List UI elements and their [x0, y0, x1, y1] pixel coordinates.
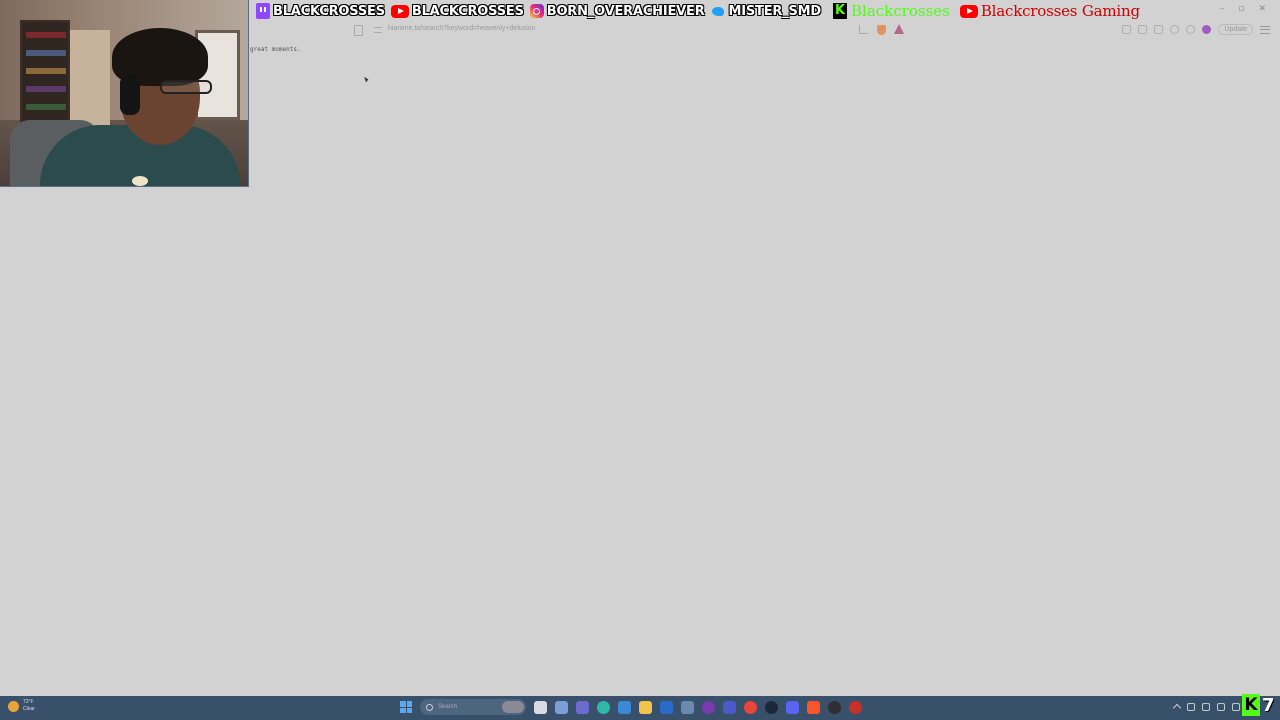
address-bar-row: hianime.to/search?keyword=heavenly+delus…	[248, 22, 1280, 40]
brave-icon[interactable]	[807, 700, 820, 714]
share-icon[interactable]	[859, 25, 868, 34]
edge-icon[interactable]	[597, 700, 610, 714]
network-icon[interactable]	[1187, 702, 1195, 711]
brave-rewards-icon[interactable]	[894, 24, 904, 34]
file-explorer-icon[interactable]	[639, 700, 652, 714]
page-body-text: great moments.	[250, 46, 301, 53]
shirt-logo	[132, 176, 148, 186]
social-twitter: MISTER_SMD	[711, 3, 822, 19]
weather-widget[interactable]: 72°F Clear	[8, 699, 35, 713]
display-icon[interactable]	[1217, 702, 1225, 711]
steam-icon[interactable]	[765, 700, 778, 714]
page-content: great moments.	[250, 46, 301, 53]
close-button[interactable]: ✕	[1258, 4, 1266, 14]
windows-taskbar: 72°F Clear Search	[0, 696, 1280, 720]
sidebar-toggle-icon[interactable]	[1138, 25, 1148, 34]
desktop-screen: – ▫ ✕ hianime.to/search?keyword=heavenly…	[0, 0, 1280, 720]
maximize-button[interactable]: ▫	[1238, 4, 1244, 14]
headset-icon	[120, 75, 140, 115]
youtube-handle: BLACKCROSSES	[411, 3, 524, 19]
taskbar-apps: Search	[400, 699, 862, 715]
settings-app-icon[interactable]	[681, 700, 694, 714]
obs-icon[interactable]	[828, 700, 841, 714]
extensions-icon[interactable]	[1170, 25, 1180, 34]
kick-badge-count: 7	[1262, 694, 1275, 716]
task-view-icon[interactable]	[534, 700, 547, 714]
volume-icon[interactable]	[1232, 702, 1240, 711]
youtube-gaming-label: Blackcrosses Gaming	[980, 2, 1140, 20]
search-icon	[426, 703, 433, 711]
search-highlight-icon	[502, 701, 524, 713]
weather-temp: 72°F	[23, 699, 34, 705]
mouse-cursor-icon	[364, 75, 369, 83]
browser-right-tools: Update	[1122, 24, 1270, 35]
chevron-up-icon[interactable]	[1172, 703, 1182, 713]
weather-condition: Clear	[23, 706, 35, 712]
update-button[interactable]: Update	[1218, 24, 1253, 35]
search-placeholder: Search	[438, 704, 458, 710]
social-youtube: BLACKCROSSES	[390, 3, 524, 19]
twitter-icon	[711, 5, 726, 17]
youtube-icon	[390, 4, 409, 18]
address-bar-url[interactable]: hianime.to/search?keyword=heavenly+delus…	[388, 25, 535, 32]
window-controls: – ▫ ✕	[1220, 4, 1266, 14]
vpn-icon[interactable]	[1186, 25, 1196, 34]
twitch-handle: BLACKCROSSES	[273, 3, 385, 19]
vivaldi-icon[interactable]	[702, 700, 715, 714]
glasses-icon	[160, 80, 212, 94]
mail-icon[interactable]	[660, 700, 673, 714]
youtube-icon	[959, 4, 978, 18]
kick-badge-logo: K	[1242, 694, 1260, 716]
vpn-app-icon[interactable]	[723, 700, 736, 714]
webcam-border-bottom	[0, 186, 249, 187]
leo-ai-icon[interactable]	[1202, 25, 1212, 34]
microphone-icon[interactable]	[1202, 702, 1210, 711]
kick-handle: Blackcrosses	[851, 2, 950, 20]
social-youtube-gaming: Blackcrosses Gaming	[959, 2, 1140, 20]
twitter-handle: MISTER_SMD	[728, 3, 822, 19]
stream-social-banner: BLACKCROSSES BLACKCROSSES BORN_OVERACHIE…	[256, 0, 1146, 22]
store-icon[interactable]	[618, 700, 631, 714]
chrome-icon[interactable]	[744, 700, 757, 714]
social-instagram: BORN_OVERACHIEVER	[529, 3, 705, 19]
instagram-icon	[529, 4, 544, 18]
social-twitch: BLACKCROSSES	[256, 3, 385, 19]
discord-icon[interactable]	[786, 700, 799, 714]
teams-icon[interactable]	[576, 700, 589, 714]
instagram-handle: BORN_OVERACHIEVER	[546, 3, 705, 19]
social-kick: K Blackcrosses	[833, 2, 950, 20]
copilot-icon[interactable]	[555, 700, 568, 714]
bookmark-icon[interactable]	[354, 25, 363, 36]
system-tray	[1172, 702, 1240, 713]
webcam-border-right	[248, 0, 249, 187]
weather-text: 72°F Clear	[23, 699, 35, 713]
brave-shield-icon[interactable]	[877, 25, 886, 35]
webcam-door	[70, 30, 110, 130]
app-icon[interactable]	[849, 700, 862, 714]
twitch-icon	[256, 3, 270, 19]
hamburger-menu-icon[interactable]	[1260, 25, 1270, 34]
wallet-icon[interactable]	[1154, 25, 1164, 34]
weather-sun-icon	[8, 700, 19, 712]
windows-start-icon[interactable]	[400, 701, 412, 713]
taskbar-search[interactable]: Search	[420, 699, 526, 715]
site-settings-icon[interactable]	[374, 27, 382, 33]
reading-list-icon[interactable]	[1122, 25, 1132, 34]
webcam-feed	[0, 0, 248, 187]
kick-icon: K	[833, 3, 848, 19]
kick-viewer-badge: K 7	[1242, 692, 1278, 718]
minimize-button[interactable]: –	[1220, 4, 1225, 14]
